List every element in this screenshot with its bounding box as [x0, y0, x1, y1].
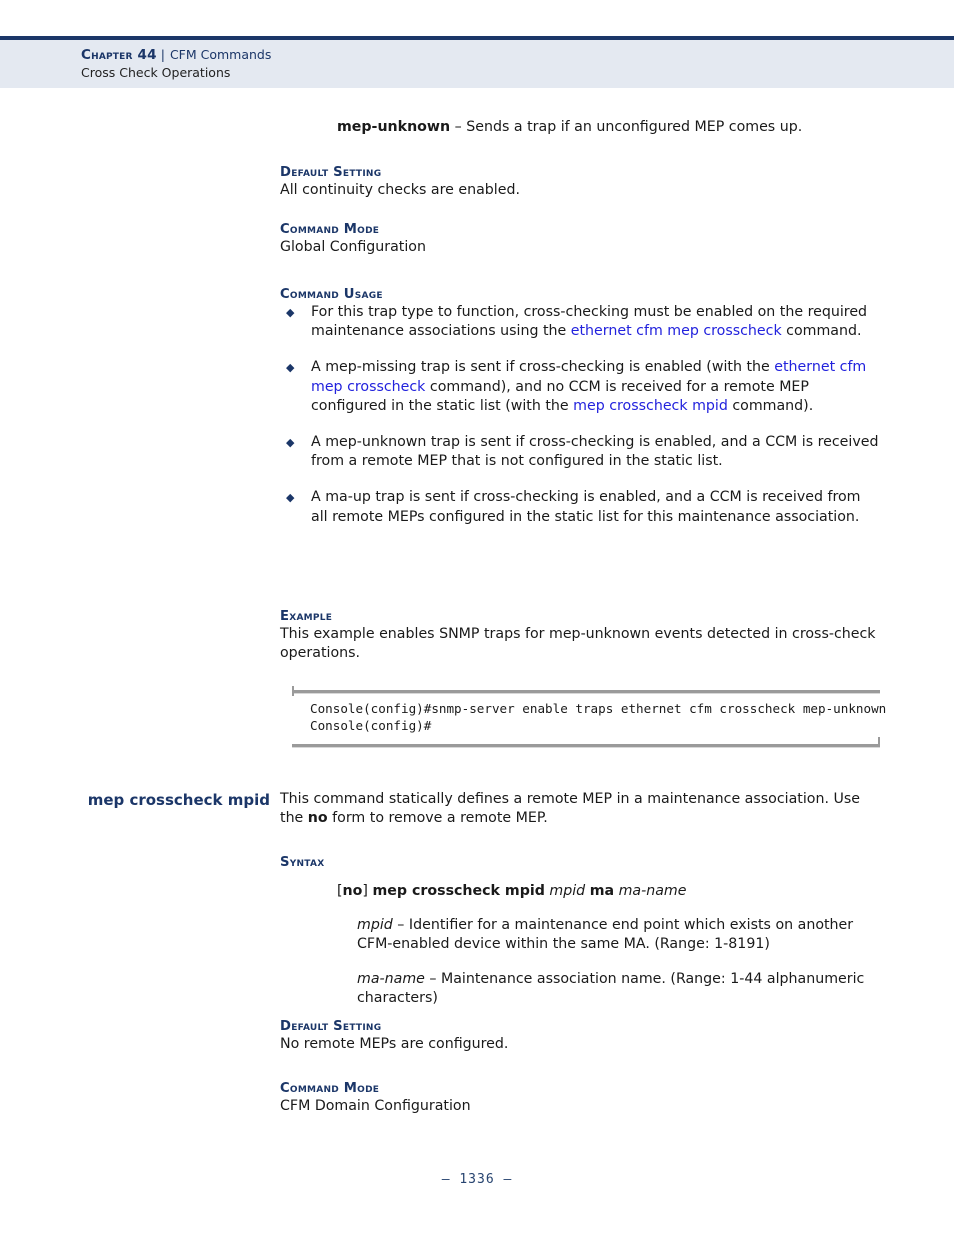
- command-mode-heading-1: Command Mode: [280, 222, 380, 237]
- diamond-bullet-icon: ◆: [286, 306, 295, 319]
- param-name: ma-name: [357, 970, 425, 987]
- syntax-close-bracket: ]: [362, 883, 368, 899]
- syntax-no-keyword: no: [342, 883, 363, 899]
- command-mode-block-1: Command Mode Global Configuration: [280, 221, 880, 257]
- page-footer: – 1336 –: [0, 1172, 954, 1187]
- command-name-margin-heading: mep crosscheck mpid: [87, 791, 270, 809]
- command-mode-body-1: Global Configuration: [280, 239, 426, 255]
- syntax-param-maname: ma-name: [618, 883, 687, 899]
- bullet-text-part2: command.: [781, 323, 862, 340]
- param-name: mpid: [357, 917, 393, 934]
- header-breadcrumb: Chapter 44 | CFM Commands: [81, 47, 954, 63]
- syntax-param-description: ma-name – Maintenance association name. …: [357, 970, 880, 1008]
- page-header: Chapter 44 | CFM Commands Cross Check Oper…: [0, 36, 954, 88]
- trap-text: Sends a trap if an unconfigured MEP come…: [466, 119, 803, 135]
- diamond-bullet-icon: ◆: [286, 361, 295, 375]
- console-output-block: Console(config)#snmp-server enable traps…: [280, 686, 887, 747]
- param-dash: –: [397, 917, 405, 934]
- list-item: ◆ A mep-missing trap is sent if cross-che…: [280, 358, 880, 416]
- xref-link[interactable]: mep crosscheck mpid: [573, 398, 728, 414]
- example-body: This example enables SNMP traps for mep-…: [280, 626, 876, 662]
- command-description-block: This command statically defines a remote…: [280, 790, 880, 828]
- command-desc-no-keyword: no: [307, 810, 328, 827]
- default-setting-body-2: No remote MEPs are configured.: [280, 1036, 509, 1052]
- xref-link[interactable]: ethernet cfm mep crosscheck: [571, 323, 782, 339]
- syntax-heading: Syntax: [280, 855, 325, 870]
- code-rule-top: [292, 686, 880, 696]
- command-mode-body-2: CFM Domain Configuration: [280, 1098, 471, 1114]
- default-setting-heading-1: Default Setting: [280, 165, 382, 180]
- header-document-title: CFM Commands: [169, 47, 272, 62]
- trap-term: mep-unknown: [337, 119, 451, 135]
- command-description: This command statically defines a remote…: [280, 790, 880, 828]
- syntax-block: Syntax [no] mep crosscheck mpid mpid ma …: [280, 854, 880, 1008]
- default-setting-block-1: Default Setting All continuity checks ar…: [280, 164, 880, 200]
- command-desc-part2: form to remove a remote MEP.: [327, 810, 548, 827]
- syntax-param-mpid: mpid: [549, 883, 586, 899]
- default-setting-heading-2: Default Setting: [280, 1019, 382, 1034]
- syntax-param-description: mpid – Identifier for a maintenance end …: [357, 916, 880, 954]
- example-block: Example This example enables SNMP traps …: [280, 608, 880, 663]
- example-heading: Example: [280, 609, 333, 624]
- bullet-text-part1: A ma-up trap is sent if cross-checking i…: [311, 489, 861, 525]
- diamond-bullet-icon: ◆: [286, 491, 295, 505]
- page-header-inner: Chapter 44 | CFM Commands Cross Check Oper…: [0, 40, 954, 81]
- bullet-text-part1: A mep-unknown trap is sent if cross-chec…: [311, 434, 879, 470]
- list-item: ◆ A ma-up trap is sent if cross-checking …: [280, 488, 880, 526]
- header-section-title: Cross Check Operations: [81, 65, 231, 80]
- diamond-bullet-icon: ◆: [286, 436, 295, 450]
- trap-description-block: mep-unknown – Sends a trap if an unconfi…: [280, 118, 880, 137]
- param-desc: Identifier for a maintenance end point w…: [357, 917, 854, 953]
- list-item: ◆ For this trap type to function, cross-c…: [280, 303, 880, 341]
- trap-description: mep-unknown – Sends a trap if an unconfi…: [337, 118, 880, 137]
- syntax-command: mep crosscheck mpid: [372, 883, 545, 899]
- bullet-text-part3: command).: [727, 397, 814, 414]
- default-setting-body-1: All continuity checks are enabled.: [280, 182, 520, 198]
- command-usage-heading: Command Usage: [280, 287, 383, 302]
- syntax-keyword-ma: ma: [589, 883, 615, 899]
- command-usage-block: Command Usage ◆ For this trap type to fun…: [280, 286, 880, 527]
- trap-dash: –: [454, 119, 462, 135]
- list-item: ◆ A mep-unknown trap is sent if cross-che…: [280, 433, 880, 471]
- page-number: – 1336 –: [441, 1172, 513, 1187]
- console-code-text: Console(config)#snmp-server enable traps…: [310, 701, 887, 733]
- code-rule-bottom: [292, 737, 880, 747]
- bullet-text-part1: A mep-missing trap is sent if cross-chec…: [311, 359, 775, 376]
- command-mode-heading-2: Command Mode: [280, 1081, 380, 1096]
- param-dash: –: [429, 970, 437, 987]
- command-mode-block-2: Command Mode CFM Domain Configuration: [280, 1080, 880, 1116]
- code-block: Console(config)#snmp-server enable traps…: [292, 686, 887, 747]
- command-usage-list: ◆ For this trap type to function, cross-c…: [280, 303, 880, 527]
- header-separator: |: [160, 47, 165, 62]
- chapter-label: Chapter 44: [81, 47, 157, 63]
- default-setting-block-2: Default Setting No remote MEPs are confi…: [280, 1018, 880, 1054]
- syntax-line: [no] mep crosscheck mpid mpid ma ma-name: [337, 882, 880, 901]
